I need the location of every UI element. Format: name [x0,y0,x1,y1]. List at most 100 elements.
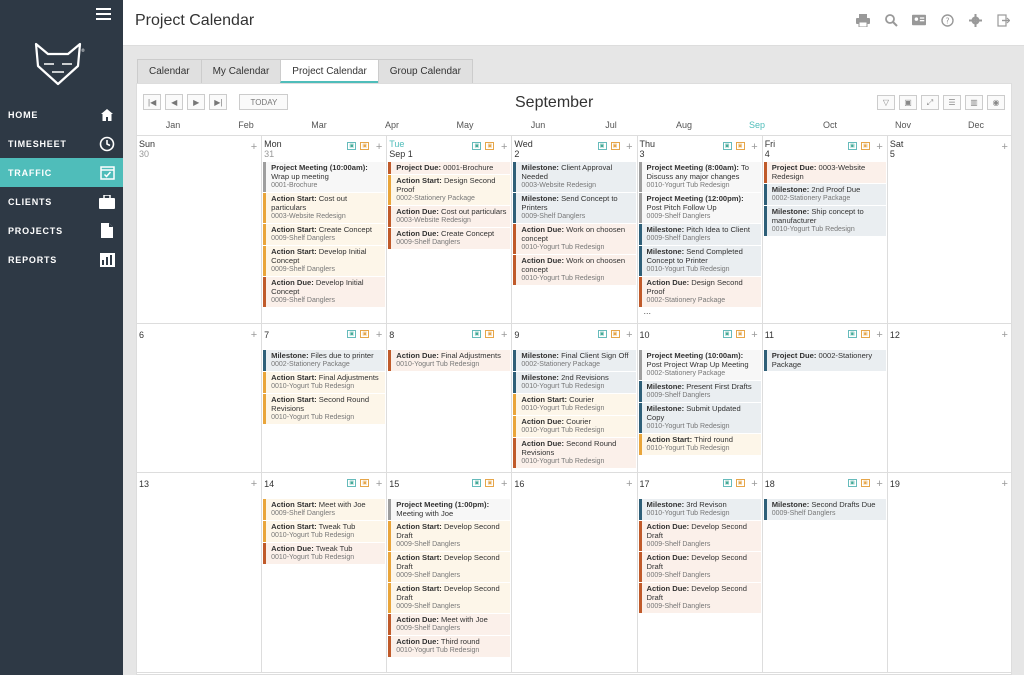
last-page-icon[interactable]: ▶| [209,94,228,110]
fullscreen-icon[interactable]: ⤢ [921,95,939,110]
day-tasks-icon[interactable]: ▣ [610,330,620,338]
day-tasks-icon[interactable]: ▣ [735,142,745,150]
day-cell[interactable]: Sun 30 + [137,136,263,323]
day-view-icon[interactable]: ▣ [597,142,607,150]
calendar-event[interactable]: Action Due: Tweak Tub 0010-Yogurt Tub Red… [263,543,386,564]
calendar-event[interactable]: Action Start: Develop Second Draft 0009-S… [388,521,511,551]
day-tasks-icon[interactable]: ▣ [485,142,495,150]
day-cell[interactable]: Sat 5 + [888,136,1011,323]
calendar-event[interactable]: Action Due: Develop Second Draft 0009-She… [638,552,761,582]
calendar-event[interactable]: Milestone: Final Client Sign Off 0002-Sta… [513,350,636,371]
calendar-event[interactable]: Milestone: 2nd Proof Due 0002-Stationery … [763,184,886,205]
add-event-icon[interactable]: + [501,329,507,341]
month-apr[interactable]: Apr [385,120,399,130]
id-card-icon[interactable] [912,13,926,27]
print-icon[interactable] [856,13,870,27]
calendar-event[interactable]: Milestone: Pitch Idea to Client 0009-Shel… [638,224,761,245]
add-event-icon[interactable]: + [501,141,507,153]
calendar-event[interactable]: Action Start: Courier 0010-Yogurt Tub Red… [513,394,636,415]
add-event-icon[interactable]: + [251,329,257,341]
month-sep[interactable]: Sep [749,120,765,130]
day-cell[interactable]: Mon 31 ▣ ▣ + Project Meeting (10:00am): Wrap … [262,136,388,323]
day-tasks-icon[interactable]: ▣ [860,479,870,487]
filter-icon[interactable]: ▽ [877,95,895,110]
calendar-event[interactable]: Action Due: Work on choosen concept 0010-… [513,224,636,254]
calendar-event[interactable]: Project Meeting (12:00pm): Post Pitch Fo… [638,193,761,223]
calendar-event[interactable]: Action Start: Second Round Revisions 0010… [263,394,386,424]
month-nov[interactable]: Nov [895,120,911,130]
calendar-event[interactable]: Action Due: Cost out particulars 0003-Web… [388,206,511,227]
add-event-icon[interactable]: + [1002,141,1008,153]
month-jan[interactable]: Jan [166,120,181,130]
calendar-event[interactable]: Action Due: Develop Second Draft 0009-She… [638,521,761,551]
day-cell[interactable]: Wed 2 ▣ ▣ + Milestone: Client Approval Needed… [512,136,638,323]
day-tasks-icon[interactable]: ▣ [860,330,870,338]
add-event-icon[interactable]: + [876,141,882,153]
calendar-event[interactable]: Milestone: Files due to printer 0002-Stat… [263,350,386,371]
add-event-icon[interactable]: + [376,478,382,490]
day-view-icon[interactable]: ▣ [722,479,732,487]
calendar-event[interactable]: Action Start: Develop Second Draft 0009-S… [388,583,511,613]
settings-icon[interactable] [968,13,982,27]
calendar-event[interactable]: Action Start: Tweak Tub 0010-Yogurt Tub R… [263,521,386,542]
calendar-event[interactable]: Project Meeting (10:00am): Post Project … [638,350,761,380]
calendar-event[interactable]: Milestone: Send Completed Concept to Pri… [638,246,761,276]
day-tasks-icon[interactable]: ▣ [485,479,495,487]
day-tasks-icon[interactable]: ▣ [610,142,620,150]
day-view-icon[interactable]: ▣ [722,330,732,338]
day-cell[interactable]: Thu 3 ▣ ▣ + Project Meeting (8:00am): To Disc… [638,136,763,323]
logout-icon[interactable] [996,13,1010,27]
day-tasks-icon[interactable]: ▣ [860,142,870,150]
day-cell[interactable]: 17 ▣ ▣ + Milestone: 3rd Revison 0010-Yogurt T… [638,473,763,672]
calendar-event[interactable]: Milestone: Second Drafts Due 0009-Shelf D… [763,499,886,520]
calendar-event[interactable]: Action Start: Create Concept 0009-Shelf D… [263,224,386,245]
calendar-event[interactable]: Action Start: Final Adjustments 0010-Yogu… [263,372,386,393]
sidebar-item-timesheet[interactable]: TIMESHEET [0,129,123,158]
search-icon[interactable] [884,13,898,27]
calendar-event[interactable]: Action Due: Meet with Joe 0009-Shelf Dang… [388,614,511,635]
day-cell[interactable]: Fri 4 ▣ ▣ + Project Due: 0003-Website Redesig… [763,136,888,323]
day-view-icon[interactable]: ▣ [597,330,607,338]
day-tasks-icon[interactable]: ▣ [360,142,370,150]
calendar-event[interactable]: Action Due: Create Concept 0009-Shelf Dan… [388,228,511,249]
day-view-icon[interactable]: ▣ [847,142,857,150]
tab-project-calendar[interactable]: Project Calendar [280,59,379,83]
day-cell[interactable]: 14 ▣ ▣ + Action Start: Meet with Joe 0009-She… [262,473,388,672]
calendar-event[interactable]: Milestone: Ship concept to manufacturer 0… [763,206,886,236]
sidebar-item-projects[interactable]: PROJECTS [0,216,123,245]
day-view-icon[interactable]: ▣ [472,330,482,338]
day-cell[interactable]: 6 + [137,324,263,472]
day-cell[interactable]: 8 ▣ ▣ + Action Due: Final Adjustments 0010-Yo… [387,324,513,472]
calendar-event[interactable]: Action Start: Develop Second Draft 0009-S… [388,552,511,582]
prev-icon[interactable]: ◀ [165,94,184,110]
add-event-icon[interactable]: + [251,478,257,490]
help-icon[interactable]: ? [940,13,954,27]
add-event-icon[interactable]: + [626,478,632,490]
add-event-icon[interactable]: + [626,329,632,341]
add-event-icon[interactable]: + [876,478,882,490]
month-dec[interactable]: Dec [968,120,984,130]
sidebar-item-clients[interactable]: CLIENTS [0,187,123,216]
calendar-event[interactable]: Action Start: Develop Initial Concept 000… [263,246,386,276]
day-view-icon[interactable]: ▣ [347,142,357,150]
day-cell[interactable]: 9 ▣ ▣ + Milestone: Final Client Sign Off 0002… [512,324,638,472]
legend-icon[interactable]: ▣ [899,95,917,110]
day-cell[interactable]: 7 ▣ ▣ + Milestone: Files due to printer 0002-… [262,324,388,472]
tab-my-calendar[interactable]: My Calendar [200,59,282,83]
add-event-icon[interactable]: + [751,141,757,153]
sidebar-item-traffic[interactable]: TRAFFIC [0,158,123,187]
day-cell[interactable]: 16 + [512,473,638,672]
day-view-icon[interactable]: ▣ [472,479,482,487]
day-cell[interactable]: 15 ▣ ▣ + Project Meeting (1:00pm): Meeting w… [387,473,513,672]
month-feb[interactable]: Feb [238,120,254,130]
day-cell[interactable]: 13 + [137,473,263,672]
month-aug[interactable]: Aug [676,120,692,130]
first-page-icon[interactable]: |◀ [143,94,162,110]
add-event-icon[interactable]: + [1002,478,1008,490]
calendar-event[interactable]: Project Meeting (8:00am): To Discuss any… [638,162,761,192]
add-event-icon[interactable]: + [501,478,507,490]
calendar-event[interactable]: Action Due: Second Round Revisions 0010-Y… [513,438,636,468]
calendar-event[interactable]: Project Due: 0001-Brochure [388,162,511,174]
calendar-event[interactable]: Action Start: Design Second Proof 0002-St… [388,175,511,205]
month-may[interactable]: May [456,120,473,130]
